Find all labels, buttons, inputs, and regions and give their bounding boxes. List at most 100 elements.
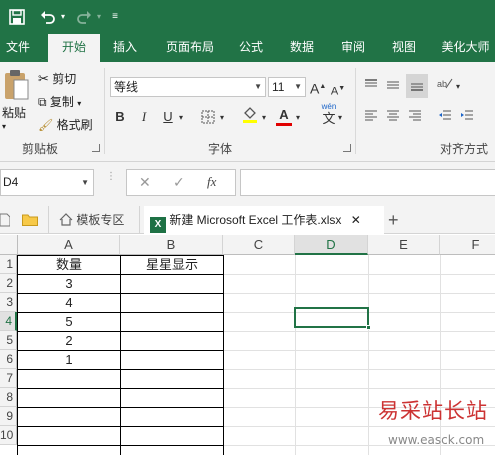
ribbon-tabs: 文件 开始 插入 页面布局 公式 数据 审阅 视图 美化大师 [0,34,495,62]
title-bar: ▾ ▾ ≡ [0,0,495,34]
tab-beautify-master[interactable]: 美化大师 [436,34,495,62]
cell-a5[interactable]: 2 [18,331,120,350]
cell-b1[interactable]: 星星显示 [121,255,223,274]
row-header-10[interactable]: 10 [0,426,17,445]
insert-function-icon[interactable]: fx [207,174,216,190]
font-size-combo[interactable]: 11 ▼ [268,77,306,97]
column-header-b[interactable]: B [120,235,223,255]
font-color-icon[interactable]: A [276,105,292,126]
shrink-font-icon[interactable]: A▼ [330,79,346,99]
excel-file-icon: X [150,217,166,233]
cut-button[interactable]: ✂ 剪切 [38,70,76,87]
grow-font-icon[interactable]: A▲ [310,77,326,97]
row-header-1[interactable]: 1 [0,255,17,274]
tab-template-zone[interactable]: 模板专区 [48,206,140,234]
brush-icon: 🖌 [38,118,54,132]
bold-icon[interactable]: B [112,107,128,127]
row-header-3[interactable]: 3 [0,293,17,312]
column-header-d[interactable]: D [295,235,368,255]
tab-data[interactable]: 数据 [283,34,321,62]
underline-icon[interactable]: U [160,107,176,127]
add-tab-button[interactable]: + [388,206,408,234]
column-header-f[interactable]: F [440,235,495,255]
fill-handle[interactable] [366,325,371,330]
clipboard-launcher-icon[interactable] [92,144,100,152]
close-icon[interactable]: ✕ [351,213,361,227]
paste-dropdown-icon[interactable]: ▾ [2,122,6,131]
paste-icon[interactable] [2,68,32,108]
undo-dropdown-icon[interactable]: ▾ [58,6,68,28]
cancel-icon[interactable]: ✕ [139,174,151,191]
column-header-c[interactable]: C [223,235,295,255]
row-header-5[interactable]: 5 [0,331,17,350]
tab-review[interactable]: 审阅 [334,34,372,62]
row-header-8[interactable]: 8 [0,388,17,407]
column-header-e[interactable]: E [368,235,440,255]
chevron-down-icon[interactable]: ▼ [81,170,89,195]
underline-dropdown-icon[interactable]: ▾ [177,108,185,128]
cell-a2[interactable]: 3 [18,274,120,293]
copy-dropdown-icon[interactable]: ▾ [77,99,81,108]
tab-file[interactable]: 文件 [0,34,36,62]
italic-icon[interactable]: I [136,107,152,127]
tab-home[interactable]: 开始 [48,34,100,62]
phonetic-dropdown-icon[interactable]: ▾ [336,108,344,128]
align-center-icon[interactable] [384,107,402,127]
orientation-dropdown-icon[interactable]: ▾ [454,77,462,97]
borders-icon[interactable] [198,107,218,127]
align-left-icon[interactable] [362,107,380,127]
tab-page-layout[interactable]: 页面布局 [160,34,220,62]
increase-indent-icon[interactable] [458,107,476,127]
paste-button[interactable]: 粘贴 [2,104,26,121]
cell-a4[interactable]: 5 [18,312,120,331]
tab-view[interactable]: 视图 [385,34,423,62]
selected-cell-d4[interactable] [294,307,369,328]
fill-color-dropdown-icon[interactable]: ▾ [260,108,268,128]
borders-dropdown-icon[interactable]: ▾ [218,108,226,128]
workbook-tab-label: 新建 Microsoft Excel 工作表.xlsx [169,213,342,227]
fill-color-icon[interactable] [240,106,260,126]
customize-icon[interactable]: ≡ [108,6,122,28]
row-header-9[interactable]: 9 [0,407,17,426]
splitter-icon[interactable]: ⋮ [106,172,116,190]
undo-icon[interactable] [38,6,58,28]
name-box[interactable]: D4 ▼ [0,169,94,196]
format-painter-button[interactable]: 🖌 格式刷 [38,116,93,133]
row-header-4[interactable]: 4 [0,312,17,331]
tab-workbook[interactable]: X 新建 Microsoft Excel 工作表.xlsx ✕ [144,206,384,235]
redo-icon[interactable] [74,6,94,28]
tab-formulas[interactable]: 公式 [232,34,270,62]
font-color-dropdown-icon[interactable]: ▾ [294,108,302,128]
align-right-icon[interactable] [406,107,424,127]
font-launcher-icon[interactable] [343,144,351,152]
row-header-2[interactable]: 2 [0,274,17,293]
format-painter-label: 格式刷 [56,118,93,132]
folder-icon[interactable] [22,206,40,234]
ribbon-separator [104,68,105,154]
formula-input[interactable] [240,169,495,196]
align-bottom-icon[interactable] [406,74,428,98]
row-header-7[interactable]: 7 [0,369,17,388]
tab-insert[interactable]: 插入 [106,34,144,62]
confirm-icon[interactable]: ✓ [173,174,185,191]
text-orientation-icon[interactable]: ab [436,76,454,96]
table-border [17,445,224,446]
copy-icon: ⧉ [38,95,47,109]
cell-a3[interactable]: 4 [18,293,120,312]
align-middle-icon[interactable] [384,76,402,96]
decrease-indent-icon[interactable] [436,107,454,127]
save-icon[interactable] [6,6,28,28]
cell-a6[interactable]: 1 [18,350,120,369]
watermark-title: 易采站长站 [378,399,488,423]
font-name-combo[interactable]: 等线 ▼ [110,77,266,97]
row-header-6[interactable]: 6 [0,350,17,369]
svg-text:ab: ab [437,79,447,89]
align-top-icon[interactable] [362,76,380,96]
redo-dropdown-icon[interactable]: ▾ [94,6,104,28]
select-all-corner[interactable] [0,235,18,255]
font-name-value: 等线 [114,80,139,94]
copy-button[interactable]: ⧉ 复制 ▾ [38,93,81,110]
cell-a1[interactable]: 数量 [18,255,120,274]
column-header-a[interactable]: A [18,235,120,255]
new-doc-icon[interactable] [0,206,12,234]
